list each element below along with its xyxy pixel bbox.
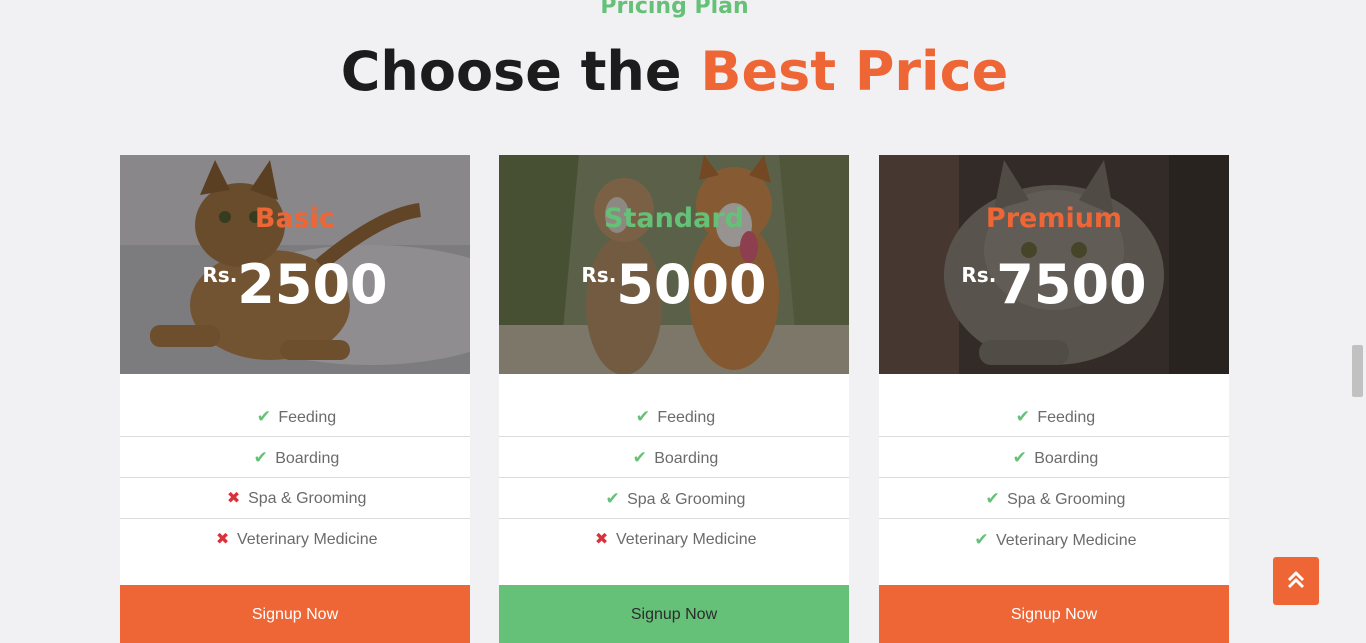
feature-list: ✔ Feeding ✔ Boarding ✖ Spa & Grooming ✖ … bbox=[120, 396, 470, 560]
pricing-card-basic: Basic Rs.2500 ✔ Feeding ✔ Boarding ✖ Spa… bbox=[120, 155, 470, 643]
feature-item: ✔ Spa & Grooming bbox=[879, 478, 1229, 519]
plan-price: Rs.2500 bbox=[120, 255, 470, 315]
check-icon: ✔ bbox=[974, 530, 989, 549]
back-to-top-button[interactable] bbox=[1273, 557, 1319, 605]
currency-label: Rs. bbox=[202, 263, 238, 287]
feature-label: Feeding bbox=[278, 409, 337, 426]
plan-price: Rs.7500 bbox=[879, 255, 1229, 315]
section-eyebrow: Pricing Plan bbox=[600, 0, 749, 19]
check-icon: ✔ bbox=[605, 489, 620, 508]
check-icon: ✔ bbox=[635, 407, 650, 426]
plan-name: Standard bbox=[604, 203, 744, 234]
cross-icon: ✖ bbox=[226, 490, 241, 507]
plan-name: Basic bbox=[254, 203, 336, 234]
feature-label: Feeding bbox=[1037, 409, 1096, 426]
pricing-card-premium: Premium Rs.7500 ✔ Feeding ✔ Boarding ✔ S… bbox=[879, 155, 1229, 643]
feature-item: ✖ Veterinary Medicine bbox=[499, 519, 849, 560]
feature-item: ✔ Veterinary Medicine bbox=[879, 519, 1229, 560]
feature-item: ✔ Boarding bbox=[499, 437, 849, 478]
feature-item: ✔ Boarding bbox=[879, 437, 1229, 478]
feature-label: Spa & Grooming bbox=[627, 491, 746, 508]
check-icon: ✔ bbox=[256, 407, 271, 426]
feature-label: Spa & Grooming bbox=[248, 490, 367, 507]
check-icon: ✔ bbox=[632, 448, 647, 467]
feature-list: ✔ Feeding ✔ Boarding ✔ Spa & Grooming ✖ … bbox=[499, 396, 849, 560]
price-amount: 5000 bbox=[616, 253, 767, 316]
heading-accent: Best Price bbox=[700, 40, 1009, 103]
feature-item: ✔ Spa & Grooming bbox=[499, 478, 849, 519]
check-icon: ✔ bbox=[985, 489, 1000, 508]
check-icon: ✔ bbox=[1012, 448, 1027, 467]
pricing-card-standard: Standard Rs.5000 ✔ Feeding ✔ Boarding ✔ … bbox=[499, 155, 849, 643]
currency-label: Rs. bbox=[961, 263, 997, 287]
scrollbar-thumb[interactable] bbox=[1352, 345, 1363, 397]
cross-icon: ✖ bbox=[594, 531, 609, 548]
feature-item: ✔ Feeding bbox=[879, 396, 1229, 437]
feature-label: Veterinary Medicine bbox=[995, 532, 1137, 549]
signup-button[interactable]: Signup Now bbox=[879, 585, 1229, 643]
feature-item: ✔ Feeding bbox=[499, 396, 849, 437]
signup-button[interactable]: Signup Now bbox=[499, 585, 849, 643]
plan-name: Premium bbox=[985, 203, 1123, 234]
feature-label: Boarding bbox=[1034, 450, 1099, 467]
cross-icon: ✖ bbox=[215, 531, 230, 548]
feature-label: Spa & Grooming bbox=[1007, 491, 1126, 508]
feature-label: Veterinary Medicine bbox=[615, 531, 757, 548]
feature-list: ✔ Feeding ✔ Boarding ✔ Spa & Grooming ✔ … bbox=[879, 396, 1229, 560]
feature-item: ✔ Feeding bbox=[120, 396, 470, 437]
feature-label: Boarding bbox=[275, 450, 340, 467]
section-heading: Choose the Best Price bbox=[0, 40, 1349, 103]
price-amount: 2500 bbox=[237, 253, 388, 316]
check-icon: ✔ bbox=[253, 448, 268, 467]
heading-plain: Choose the bbox=[340, 40, 701, 103]
signup-button[interactable]: Signup Now bbox=[120, 585, 470, 643]
page-scrollbar[interactable] bbox=[1349, 0, 1366, 643]
feature-item: ✖ Spa & Grooming bbox=[120, 478, 470, 519]
feature-item: ✔ Boarding bbox=[120, 437, 470, 478]
double-chevron-up-icon bbox=[1287, 571, 1305, 588]
price-amount: 7500 bbox=[996, 253, 1147, 316]
feature-label: Veterinary Medicine bbox=[236, 531, 378, 548]
check-icon: ✔ bbox=[1015, 407, 1030, 426]
plan-hero: Premium Rs.7500 bbox=[879, 155, 1229, 374]
feature-label: Feeding bbox=[657, 409, 716, 426]
plan-hero: Basic Rs.2500 bbox=[120, 155, 470, 374]
plan-price: Rs.5000 bbox=[499, 255, 849, 315]
feature-item: ✖ Veterinary Medicine bbox=[120, 519, 470, 560]
currency-label: Rs. bbox=[581, 263, 617, 287]
plan-hero: Standard Rs.5000 bbox=[499, 155, 849, 374]
feature-label: Boarding bbox=[654, 450, 719, 467]
